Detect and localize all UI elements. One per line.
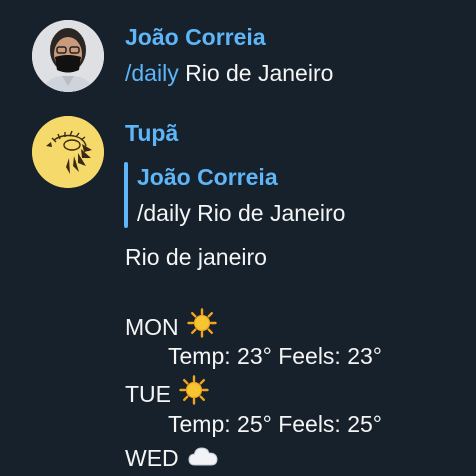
day-label: WED	[125, 445, 179, 471]
sender-name[interactable]: Tupã	[125, 120, 178, 147]
avatar-tupa[interactable]	[32, 116, 104, 188]
forecast-detail: Temp: 23° Feels: 23°	[168, 343, 382, 369]
person-avatar-icon	[32, 20, 104, 92]
forecast-location: Rio de janeiro	[125, 244, 267, 270]
cloud-icon	[187, 443, 219, 475]
forecast-day-tue: TUE	[125, 375, 209, 411]
message-text: /daily Rio de Janeiro	[125, 60, 333, 87]
forecast-detail: Temp: 25° Feels: 25°	[168, 411, 382, 437]
reply-quote-bar	[124, 162, 128, 228]
reply-quote-text[interactable]: /daily Rio de Janeiro	[137, 200, 345, 227]
bot-command-link[interactable]: /daily	[125, 60, 179, 86]
day-label: TUE	[125, 381, 171, 407]
sun-icon	[179, 375, 209, 411]
forecast-day-wed: WED	[125, 443, 219, 475]
sun-icon	[186, 308, 217, 344]
sender-name[interactable]: João Correia	[125, 24, 266, 51]
chat-history: João Correia /daily Rio de Janeiro Tupã …	[0, 0, 476, 476]
headdress-icon	[32, 116, 104, 188]
avatar-joao[interactable]	[32, 20, 104, 92]
forecast-day-mon: MON	[125, 308, 217, 344]
day-label: MON	[125, 314, 179, 340]
command-argument: Rio de Janeiro	[185, 60, 334, 86]
reply-quote-sender[interactable]: João Correia	[137, 164, 278, 191]
